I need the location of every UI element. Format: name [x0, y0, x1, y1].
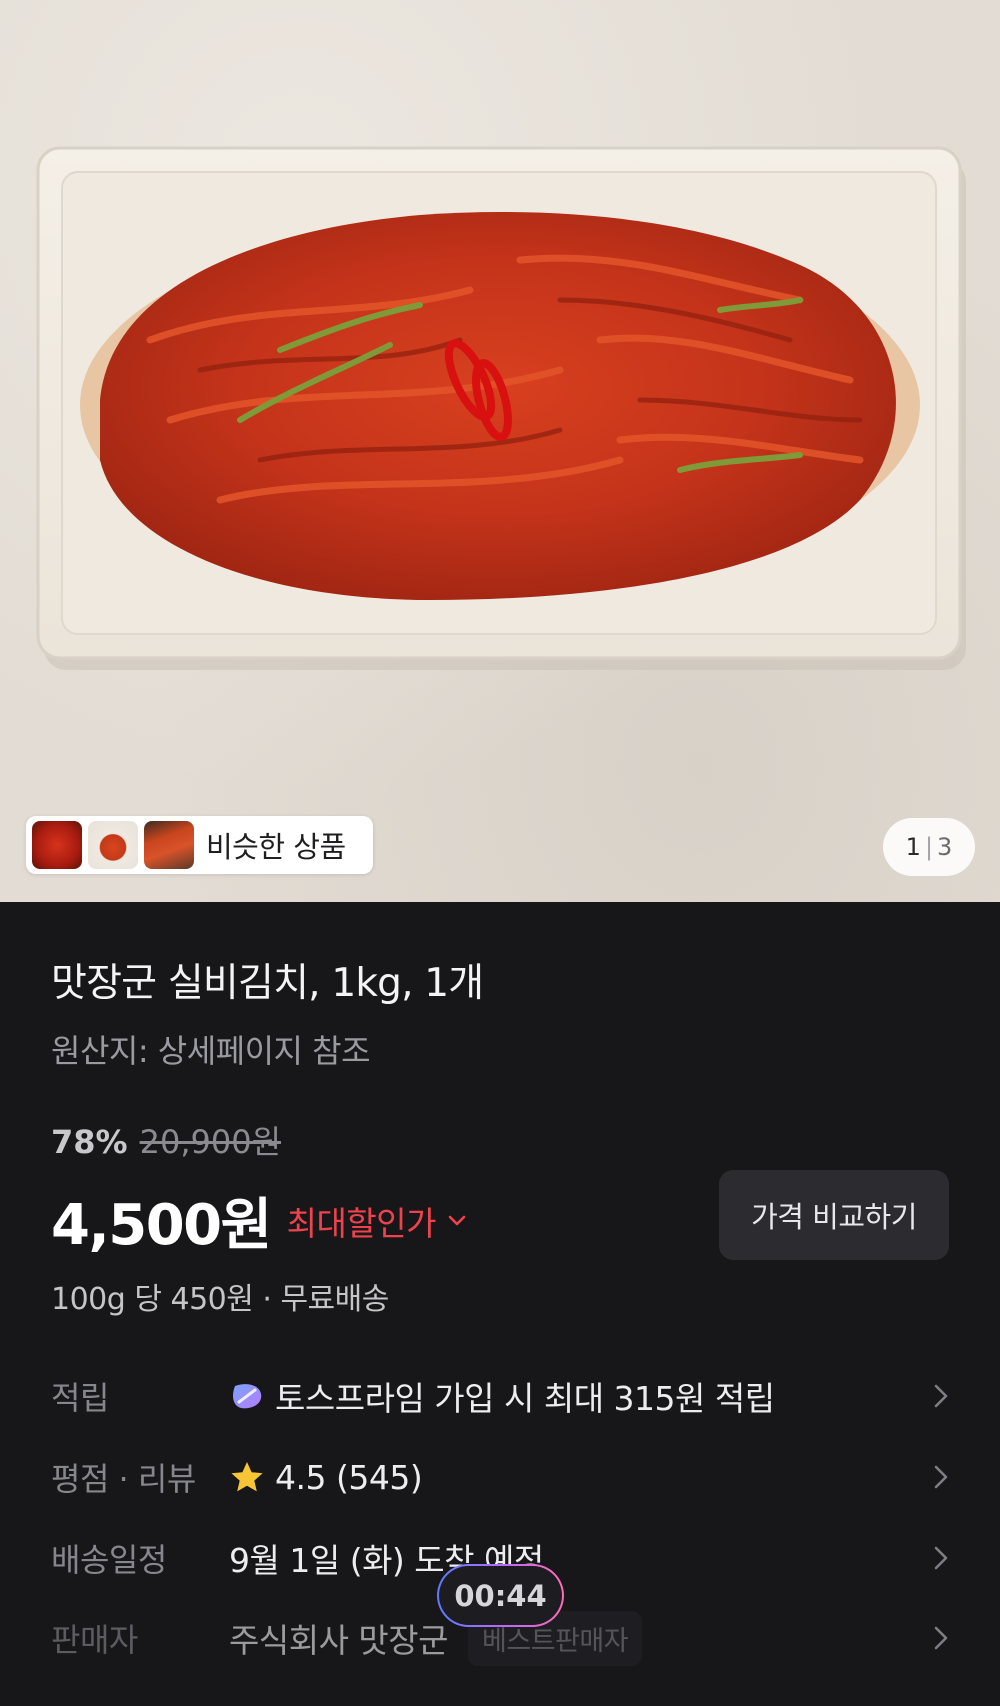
product-title: 맛장군 실비김치, 1kg, 1개: [51, 961, 484, 1006]
chevron-down-icon: [448, 1215, 466, 1225]
similar-products-label: 비슷한 상품: [206, 830, 346, 864]
unit-price-shipping: 100g 당 450원 · 무료배송: [51, 1282, 389, 1317]
sale-price: 4,500원: [51, 1193, 272, 1258]
seller-name: 주식회사 맛장군: [229, 1621, 449, 1660]
points-row[interactable]: 적립 토스프라임 가입 시 최대 315원 적립: [51, 1366, 951, 1426]
chevron-right-icon: [934, 1465, 948, 1489]
product-page: 비슷한 상품 1 | 3 맛장군 실비김치, 1kg, 1개 원산지: 상세페이…: [0, 0, 1000, 1706]
rating-review-label: 평점 · 리뷰: [51, 1460, 196, 1498]
timer-overlay: 00:44: [437, 1564, 564, 1627]
product-image-carousel[interactable]: 비슷한 상품 1 | 3: [0, 0, 1000, 902]
star-icon: [231, 1462, 263, 1492]
chevron-right-icon: [934, 1546, 948, 1570]
rating-review-value: 4.5 (545): [229, 1458, 931, 1497]
prime-icon: [233, 1384, 262, 1409]
pager-current: 1: [905, 833, 921, 861]
chevron-right-icon: [934, 1384, 948, 1408]
points-label: 적립: [51, 1379, 109, 1417]
similar-product-thumbnail: [32, 821, 82, 869]
image-pager: 1 | 3: [883, 818, 975, 876]
pager-separator: |: [924, 833, 934, 861]
rating-review-row[interactable]: 평점 · 리뷰 4.5 (545): [51, 1447, 951, 1507]
similar-product-thumbnail: [144, 821, 194, 869]
seller-value: 주식회사 맛장군 베스트판매자: [229, 1610, 931, 1666]
delivery-label: 배송일정: [51, 1541, 167, 1579]
compare-price-button[interactable]: 가격 비교하기: [719, 1170, 949, 1260]
best-price-label: 최대할인가: [286, 1203, 437, 1243]
price-row: 4,500원 최대할인가: [51, 1180, 466, 1261]
similar-product-thumbnail: [88, 821, 138, 869]
rating-text: 4.5 (545): [275, 1457, 423, 1497]
pager-total: 3: [937, 833, 953, 861]
discount-rate: 78%: [51, 1123, 128, 1161]
seller-label: 판매자: [51, 1621, 138, 1659]
points-value: 토스프라임 가입 시 최대 315원 적립: [229, 1372, 931, 1420]
chevron-right-icon: [934, 1626, 948, 1650]
discount-row: 78% 20,900원: [51, 1117, 281, 1163]
kimchi-product-photo: [36, 146, 966, 670]
points-text: 토스프라임 가입 시 최대 315원 적립: [275, 1379, 775, 1418]
best-price-dropdown[interactable]: 최대할인가: [287, 1197, 466, 1245]
similar-products-chip[interactable]: 비슷한 상품: [26, 816, 373, 874]
original-price: 20,900원: [139, 1123, 282, 1161]
delivery-value: 9월 1일 (화) 도착 예정: [229, 1534, 931, 1582]
product-origin: 원산지: 상세페이지 참조: [51, 1032, 371, 1070]
